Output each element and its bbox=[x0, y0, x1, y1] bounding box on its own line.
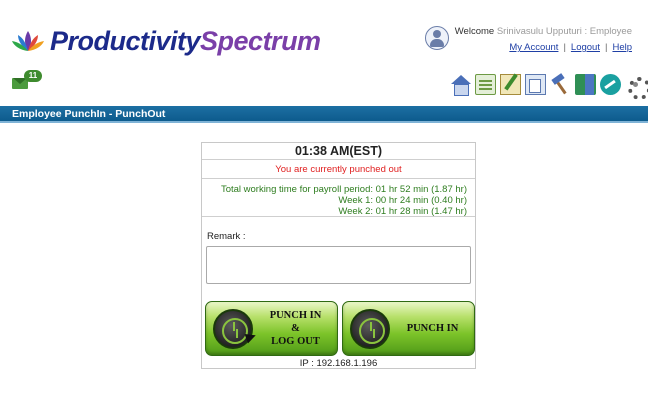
page-frame: ProductivitySpectrum Welcome Srinivasulu… bbox=[0, 0, 648, 413]
chart-icon[interactable] bbox=[600, 74, 621, 95]
punch-in-button[interactable]: PUNCH IN bbox=[342, 301, 475, 356]
notes-icon[interactable] bbox=[500, 74, 521, 95]
home-icon[interactable] bbox=[450, 74, 471, 96]
punch-panel: 01:38 AM(EST) You are currently punched … bbox=[201, 142, 476, 369]
current-time: 01:38 AM(EST) bbox=[202, 143, 475, 160]
help-link[interactable]: Help bbox=[612, 42, 632, 53]
header: ProductivitySpectrum Welcome Srinivasulu… bbox=[0, 0, 648, 68]
page-title: Employee PunchIn - PunchOut bbox=[12, 108, 166, 120]
toolbar bbox=[450, 74, 648, 100]
week2-total: Week 2: 01 hr 28 min (1.47 hr) bbox=[338, 206, 467, 217]
my-account-link[interactable]: My Account bbox=[509, 42, 558, 53]
button-label-line1: PUNCH IN bbox=[269, 310, 322, 321]
payroll-total: Total working time for payroll period: 0… bbox=[220, 184, 467, 195]
account-links: My Account | Logout | Help bbox=[509, 42, 632, 53]
page-title-bar: Employee PunchIn - PunchOut bbox=[0, 106, 648, 123]
welcome-line: Welcome Srinivasulu Upputuri : Employee bbox=[455, 26, 632, 37]
remark-label: Remark : bbox=[207, 231, 246, 242]
user-area: Welcome Srinivasulu Upputuri : Employee … bbox=[424, 26, 632, 53]
punch-in-logout-button[interactable]: PUNCH IN & LOG OUT bbox=[205, 301, 338, 356]
punch-buttons: PUNCH IN & LOG OUT PUNCH IN bbox=[205, 301, 475, 356]
user-avatar-icon bbox=[424, 26, 449, 50]
arrow-icon bbox=[244, 330, 258, 344]
remark-input[interactable] bbox=[206, 246, 471, 284]
week1-total: Week 1: 00 hr 24 min (0.40 hr) bbox=[338, 195, 467, 206]
hammer-icon[interactable] bbox=[550, 74, 571, 95]
book-icon[interactable] bbox=[575, 74, 596, 95]
logout-link[interactable]: Logout bbox=[571, 42, 600, 53]
brand-name: ProductivitySpectrum bbox=[50, 26, 321, 56]
mail-count-badge: 11 bbox=[24, 70, 42, 82]
welcome-label: Welcome bbox=[454, 26, 495, 37]
clock-icon bbox=[350, 309, 390, 349]
button-label-line2: & bbox=[291, 323, 300, 334]
brand-logo: ProductivitySpectrum bbox=[10, 26, 321, 57]
ip-address: IP : 192.168.1.196 bbox=[299, 358, 378, 369]
punch-status: You are currently punched out bbox=[202, 160, 475, 179]
mail-notification[interactable]: 11 bbox=[12, 70, 42, 92]
button-label-line3: LOG OUT bbox=[271, 336, 320, 347]
calendar-icon[interactable] bbox=[475, 74, 496, 95]
settings-gear-icon[interactable] bbox=[625, 74, 648, 100]
documents-icon[interactable] bbox=[525, 74, 546, 95]
lotus-logo-icon bbox=[12, 30, 44, 51]
working-time-totals: Total working time for payroll period: 0… bbox=[202, 179, 475, 217]
user-name: Srinivasulu Upputuri : Employee bbox=[496, 26, 632, 37]
punch-in-label: PUNCH IN bbox=[406, 323, 459, 334]
